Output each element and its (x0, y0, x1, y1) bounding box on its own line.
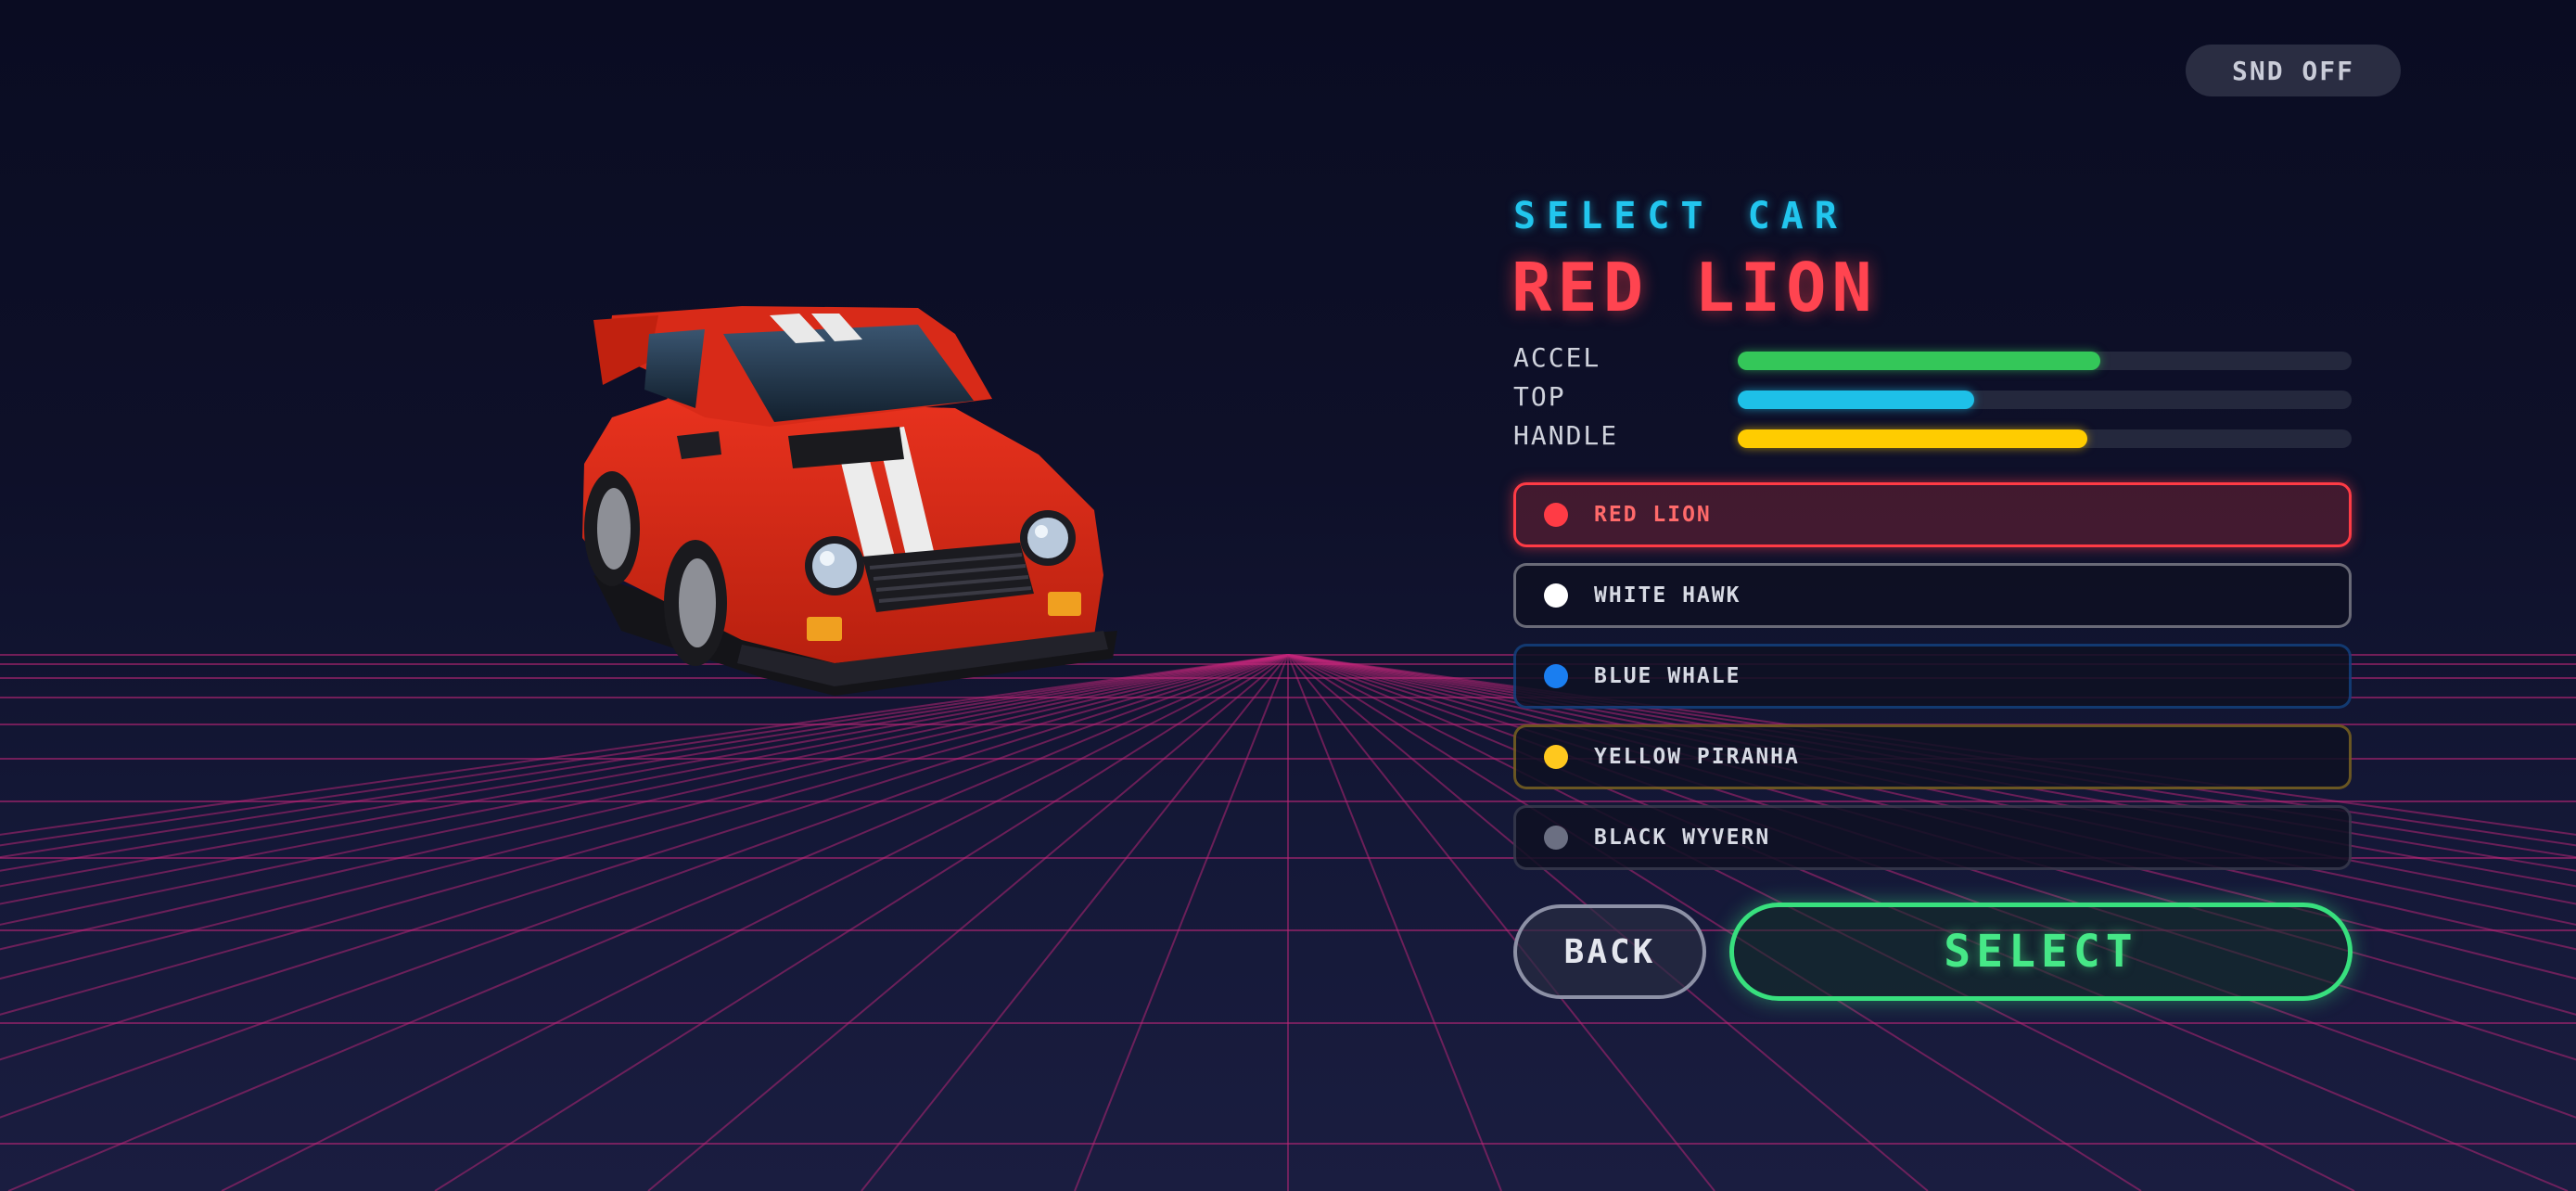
car-color-dot (1544, 826, 1568, 850)
sound-toggle-button[interactable]: SND OFF (2186, 45, 2401, 96)
stat-bar-fill (1738, 429, 2088, 448)
car-color-dot (1544, 664, 1568, 688)
grid-line (1074, 654, 1289, 1191)
car-color-dot (1544, 745, 1568, 769)
selected-car-name: RED LION (1511, 249, 1878, 327)
car-option-white-hawk[interactable]: WHITE HAWK (1513, 563, 2352, 628)
stat-top: TOP (1513, 381, 2352, 418)
stat-label: ACCEL (1513, 342, 1601, 373)
back-button[interactable]: BACK (1513, 904, 1706, 999)
car-color-dot (1544, 503, 1568, 527)
select-car-heading: SELECT CAR (1513, 195, 1848, 237)
car-option-label: BLACK WYVERN (1594, 826, 1771, 850)
stat-label: TOP (1513, 381, 1566, 412)
select-button[interactable]: SELECT (1729, 903, 2353, 1001)
stat-accel: ACCEL (1513, 342, 2352, 379)
grid-line (221, 654, 1289, 1191)
grid-line (1287, 654, 1502, 1191)
car-option-black-wyvern[interactable]: BLACK WYVERN (1513, 805, 2352, 870)
car-option-label: BLUE WHALE (1594, 664, 1741, 688)
car-option-label: RED LION (1594, 503, 1712, 527)
car-option-label: YELLOW PIRANHA (1594, 745, 1800, 769)
stat-bar-track (1738, 429, 2352, 448)
car-preview-red-lion[interactable] (556, 297, 1131, 705)
stat-bar-track (1738, 391, 2352, 409)
stat-label: HANDLE (1513, 420, 1619, 451)
stat-bar-track (1738, 352, 2352, 370)
car-option-red-lion[interactable]: RED LION (1513, 482, 2352, 547)
car-color-dot (1544, 583, 1568, 608)
stat-handle: HANDLE (1513, 420, 2352, 457)
stat-bar-fill (1738, 391, 1974, 409)
car-option-blue-whale[interactable]: BLUE WHALE (1513, 644, 2352, 709)
grid-line (861, 654, 1289, 1191)
grid-line (434, 654, 1289, 1191)
car-option-label: WHITE HAWK (1594, 583, 1741, 608)
grid-line (7, 654, 1289, 1191)
stat-bar-fill (1738, 352, 2100, 370)
car-option-yellow-piranha[interactable]: YELLOW PIRANHA (1513, 724, 2352, 789)
